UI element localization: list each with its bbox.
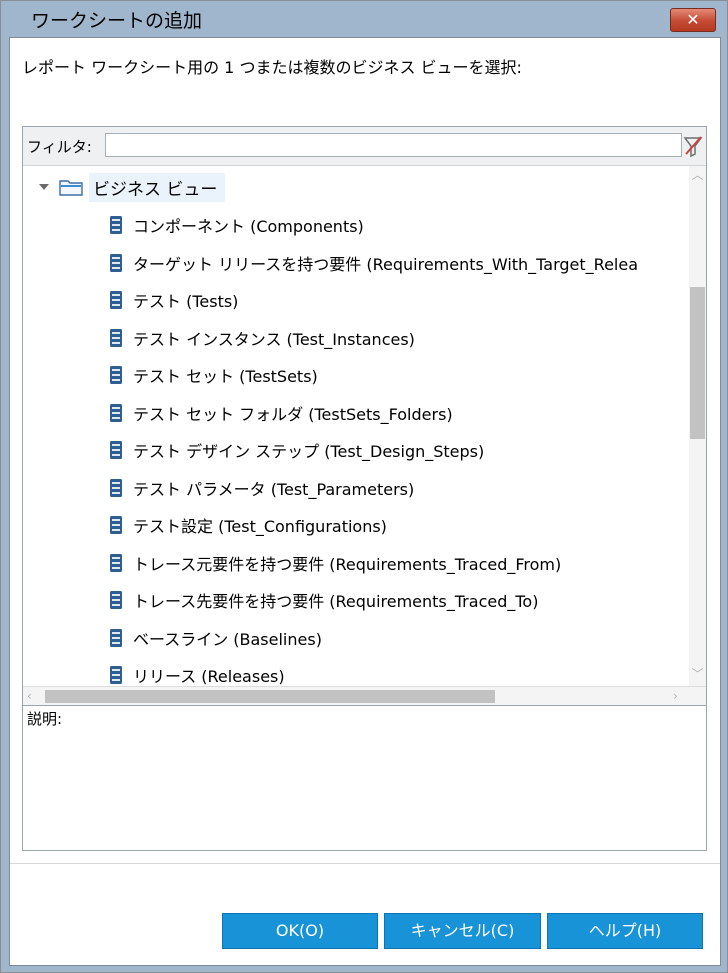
tree-item-label: ベースライン (Baselines): [133, 629, 322, 649]
tree-item-label: ターゲット リリースを持つ要件 (Requirements_With_Targe…: [133, 254, 639, 274]
cancel-button[interactable]: キャンセル(C): [384, 913, 541, 949]
business-view-icon: [110, 291, 122, 309]
scroll-right-icon[interactable]: ›: [673, 689, 685, 703]
dialog-body: レポート ワークシート用の 1 つまたは複数のビジネス ビューを選択: フィルタ…: [9, 37, 721, 966]
tree-item-label: テスト インスタンス (Test_Instances): [133, 329, 415, 349]
ok-button[interactable]: OK(O): [222, 913, 378, 949]
description-area: 説明:: [23, 705, 706, 850]
tree-item-label: テスト (Tests): [133, 292, 239, 311]
tree-item-label: コンポーネント (Components): [133, 217, 364, 236]
vertical-scroll-thumb[interactable]: [690, 287, 705, 439]
tree-item-label: トレース先要件を持つ要件 (Requirements_Traced_To): [133, 592, 539, 611]
business-view-tree: ビジネス ビュー コンポーネント (Components) ターゲット リリースを…: [23, 166, 689, 686]
help-button[interactable]: ヘルプ(H): [547, 913, 703, 949]
horizontal-scroll-thumb[interactable]: [45, 690, 495, 703]
business-view-icon: [110, 366, 122, 384]
tree-item[interactable]: ベースライン (Baselines): [109, 623, 322, 653]
tree-item-label: テスト セット フォルダ (TestSets_Folders): [133, 404, 453, 424]
tree-item-label: トレース元要件を持つ要件 (Requirements_Traced_From): [133, 554, 562, 574]
filter-bar: フィルタ:: [23, 127, 706, 166]
business-view-panel: フィルタ: ビジネス ビュー コンポーネント (Components) ターゲッ…: [22, 126, 707, 851]
close-icon: ✕: [686, 10, 700, 29]
business-view-icon: [110, 478, 122, 497]
tree-item[interactable]: テスト インスタンス (Test_Instances): [109, 323, 415, 353]
folder-icon: [59, 180, 83, 196]
description-label: 説明:: [27, 710, 63, 728]
tree-item[interactable]: テスト セット フォルダ (TestSets_Folders): [109, 398, 453, 428]
add-worksheet-dialog: ワークシートの追加 ✕ レポート ワークシート用の 1 つまたは複数のビジネス …: [0, 0, 728, 973]
business-view-icon: [110, 591, 122, 609]
business-view-icon: [110, 403, 122, 422]
business-view-icon: [110, 216, 122, 234]
clear-filter-icon[interactable]: [682, 134, 704, 158]
collapse-arrow-icon[interactable]: [37, 180, 51, 194]
business-view-icon: [110, 666, 122, 684]
tree-item-label: テスト セット (TestSets): [133, 367, 318, 386]
tree-item[interactable]: テスト セット (TestSets): [109, 360, 318, 390]
tree-item[interactable]: テスト (Tests): [109, 285, 238, 315]
close-button[interactable]: ✕: [670, 8, 716, 32]
business-view-icon: [110, 328, 122, 347]
tree-root-label: ビジネス ビュー: [89, 172, 226, 202]
instruction-text: レポート ワークシート用の 1 つまたは複数のビジネス ビューを選択:: [22, 58, 522, 77]
tree-item[interactable]: テスト パラメータ (Test_Parameters): [109, 473, 414, 503]
tree-item-label: リリース (Releases): [133, 667, 285, 686]
filter-label: フィルタ:: [27, 138, 92, 156]
tree-item[interactable]: コンポーネント (Components): [109, 210, 364, 240]
business-view-icon: [110, 253, 122, 272]
tree-item[interactable]: テスト設定 (Test_Configurations): [109, 510, 387, 540]
filter-input[interactable]: [105, 133, 682, 157]
tree-item-label: テスト パラメータ (Test_Parameters): [133, 479, 415, 499]
dialog-title: ワークシートの追加: [31, 10, 203, 32]
tree-item[interactable]: ターゲット リリースを持つ要件 (Requirements_With_Targe…: [109, 248, 638, 278]
business-view-icon: [110, 628, 122, 647]
business-view-icon: [110, 553, 122, 572]
horizontal-scrollbar[interactable]: ‹ ›: [23, 686, 706, 705]
tree-item-label: テスト デザイン ステップ (Test_Design_Steps): [133, 442, 485, 461]
tree-item[interactable]: トレース元要件を持つ要件 (Requirements_Traced_From): [109, 548, 561, 578]
business-view-icon: [110, 441, 122, 459]
scroll-left-icon[interactable]: ‹: [27, 689, 39, 703]
tree-item[interactable]: テスト デザイン ステップ (Test_Design_Steps): [109, 435, 484, 465]
title-bar[interactable]: ワークシートの追加 ✕: [1, 1, 727, 37]
scroll-up-icon[interactable]: ︿: [691, 169, 704, 182]
tree-root-node[interactable]: ビジネス ビュー: [37, 172, 226, 202]
vertical-scrollbar[interactable]: ︿ ﹀: [689, 166, 706, 686]
business-view-icon: [110, 516, 122, 534]
tree-item-label: テスト設定 (Test_Configurations): [133, 517, 387, 536]
tree-item[interactable]: リリース (Releases): [109, 660, 285, 686]
tree-item[interactable]: トレース先要件を持つ要件 (Requirements_Traced_To): [109, 585, 538, 615]
scroll-down-icon[interactable]: ﹀: [691, 668, 704, 681]
button-bar-divider: [10, 863, 720, 864]
